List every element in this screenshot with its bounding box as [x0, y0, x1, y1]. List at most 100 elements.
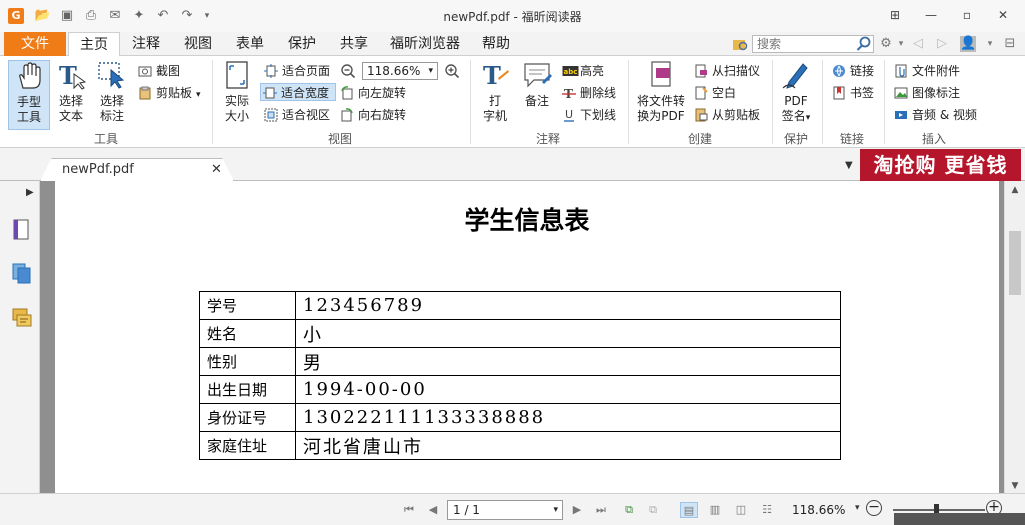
blank-button[interactable]: 空白: [692, 84, 736, 102]
bookmark-button[interactable]: 书签: [830, 84, 874, 102]
select-text-button[interactable]: T 选择 文本: [54, 60, 88, 130]
zoom-slider-track[interactable]: [893, 509, 985, 511]
field-label: 身份证号: [199, 403, 296, 432]
forward-icon[interactable]: ▷: [934, 36, 950, 52]
settings-dropdown-icon[interactable]: ▾: [893, 36, 909, 52]
status-zoom-dropdown-icon[interactable]: ▾: [855, 503, 860, 513]
tab-foxit-browser[interactable]: 福昕浏览器: [384, 32, 466, 56]
next-view-icon[interactable]: ⧉: [644, 502, 662, 518]
underline-button[interactable]: U 下划线: [560, 106, 616, 124]
note-button[interactable]: 备注: [518, 60, 556, 130]
pdf-page[interactable]: 学生信息表 学号 123456789 姓名小性别男出生日期 1994-00-00 身份证…: [55, 181, 999, 493]
restore-button[interactable]: ▫: [954, 4, 980, 26]
continuous-facing-icon[interactable]: ☷: [758, 502, 776, 518]
advertisement-banner[interactable]: 淘抢购 更省钱: [860, 149, 1021, 181]
clipboard-button[interactable]: 剪贴板 ▾: [136, 84, 201, 102]
zoom-in-icon[interactable]: [444, 63, 460, 79]
single-page-icon[interactable]: ▤: [680, 502, 698, 518]
tab-view[interactable]: 视图: [176, 32, 220, 56]
fit-visible-button[interactable]: 适合视区: [262, 106, 330, 124]
file-attachment-button[interactable]: 文件附件: [892, 62, 960, 80]
tab-comment[interactable]: 注释: [124, 32, 168, 56]
field-value: 1994-00-00: [295, 375, 841, 404]
facing-page-icon[interactable]: ◫: [732, 502, 750, 518]
rotate-left-button[interactable]: 向左旋转: [338, 84, 406, 102]
scroll-down-icon[interactable]: ▼: [1009, 481, 1021, 491]
tab-help[interactable]: 帮助: [474, 32, 518, 56]
scrollbar-thumb[interactable]: [1009, 231, 1021, 295]
last-page-icon[interactable]: ⏭: [592, 502, 610, 518]
pdf-sign-button[interactable]: PDF 签名▾: [776, 60, 816, 130]
tab-protect[interactable]: 保护: [280, 32, 324, 56]
convert-to-pdf-button[interactable]: 将文件转 换为PDF: [634, 60, 688, 130]
gear-icon[interactable]: ⚙: [878, 36, 894, 52]
document-tab-label[interactable]: newPdf.pdf: [62, 162, 134, 177]
tab-form[interactable]: 表单: [228, 32, 272, 56]
close-tab-icon[interactable]: ✕: [211, 162, 222, 177]
select-annotation-button[interactable]: 选择 标注: [94, 60, 130, 130]
field-label: 学号: [199, 291, 296, 320]
layout-icon[interactable]: ⊞: [882, 4, 908, 26]
table-row: 姓名小: [199, 319, 841, 348]
convert-to-pdf-label: 将文件转 换为PDF: [636, 94, 685, 123]
pages-panel-icon[interactable]: [12, 263, 32, 285]
actual-size-button[interactable]: 实际 大小: [220, 60, 254, 130]
camera-icon: [138, 66, 152, 77]
status-bar-corner: [894, 513, 1025, 525]
first-page-icon[interactable]: ⏮: [400, 502, 418, 518]
rotate-right-icon: [341, 108, 353, 122]
field-value: 男: [295, 347, 841, 376]
highlight-button[interactable]: abc 高亮: [560, 62, 604, 80]
previous-page-icon[interactable]: ◀: [424, 502, 442, 518]
typewriter-button[interactable]: T 打 字机: [478, 60, 512, 130]
expand-panel-icon[interactable]: ▶: [26, 187, 34, 198]
actual-size-label: 实际 大小: [224, 94, 249, 123]
minimize-button[interactable]: —: [918, 4, 944, 26]
from-scanner-button[interactable]: 从扫描仪: [692, 62, 760, 80]
close-button[interactable]: ✕: [990, 4, 1016, 26]
previous-view-icon[interactable]: ⧉: [620, 502, 638, 518]
status-zoom-out-icon[interactable]: −: [866, 500, 882, 516]
scroll-up-icon[interactable]: ▲: [1009, 185, 1021, 195]
bookmark-panel-icon[interactable]: [12, 219, 32, 241]
next-page-icon[interactable]: ▶: [568, 502, 586, 518]
page-number-combo[interactable]: 1 / 1 ▾: [447, 500, 563, 520]
tab-share[interactable]: 共享: [332, 32, 376, 56]
document-view[interactable]: 学生信息表 学号 123456789 姓名小性别男出生日期 1994-00-00 身份证…: [40, 181, 1004, 493]
hand-tool-button[interactable]: 手型 工具: [8, 60, 50, 130]
from-clipboard-button[interactable]: 从剪贴板: [692, 106, 760, 124]
fit-page-button[interactable]: 适合页面: [262, 62, 330, 80]
user-avatar-icon[interactable]: 👤: [960, 36, 976, 52]
screenshot-button[interactable]: 截图: [136, 62, 180, 80]
fit-page-icon: [264, 64, 278, 78]
table-row: 性别男: [199, 347, 841, 376]
page-dropdown-icon[interactable]: ▾: [553, 501, 558, 519]
strikeout-button[interactable]: T 删除线: [560, 84, 616, 102]
svg-text:T: T: [483, 61, 501, 90]
tab-list-dropdown-icon[interactable]: ▼: [845, 160, 853, 171]
select-text-icon: T: [59, 61, 86, 90]
hand-icon: [19, 62, 41, 89]
zoom-dropdown-icon[interactable]: ▾: [428, 63, 433, 79]
audio-video-button[interactable]: 音频 & 视频: [892, 106, 977, 124]
image-annotation-button[interactable]: 图像标注: [892, 84, 960, 102]
search-icon[interactable]: [856, 36, 872, 52]
user-dropdown-icon[interactable]: ▾: [982, 36, 998, 52]
fit-width-button[interactable]: 适合宽度: [260, 83, 336, 101]
status-zoom-level: 118.66%: [792, 503, 846, 517]
rotate-right-button[interactable]: 向右旋转: [338, 106, 406, 124]
search-folder-icon[interactable]: [732, 36, 748, 52]
ribbon-collapse-icon[interactable]: ⊟: [1002, 36, 1018, 52]
zoom-out-icon[interactable]: [340, 63, 356, 79]
fit-visible-icon: [264, 108, 278, 122]
back-icon[interactable]: ◁: [910, 36, 926, 52]
field-label: 姓名: [199, 319, 296, 348]
link-button[interactable]: 链接: [830, 62, 874, 80]
vertical-scrollbar[interactable]: ▲ ▼: [1004, 181, 1025, 493]
comments-panel-icon[interactable]: [12, 307, 32, 329]
menu-bar: 文件 主页 注释 视图 表单 保护 共享 福昕浏览器 帮助 ⚙ ▾ ◁ ▷ 👤 …: [0, 32, 1025, 57]
zoom-combo[interactable]: 118.66% ▾: [362, 62, 438, 80]
tab-home[interactable]: 主页: [68, 32, 120, 57]
tab-file[interactable]: 文件: [4, 32, 66, 56]
continuous-page-icon[interactable]: ▥: [706, 502, 724, 518]
